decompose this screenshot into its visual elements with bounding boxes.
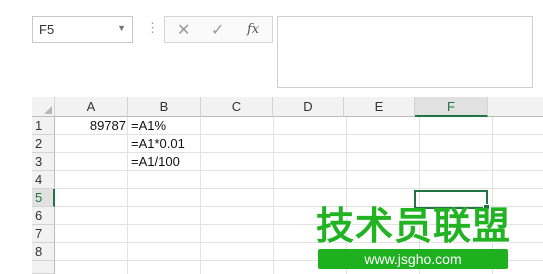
- chevron-down-icon[interactable]: ▼: [117, 23, 126, 33]
- row-header-7[interactable]: 7: [32, 225, 55, 243]
- column-header-a[interactable]: A: [55, 97, 128, 117]
- row-header-5[interactable]: 5: [32, 189, 55, 207]
- insert-function-icon[interactable]: fx: [247, 22, 259, 37]
- column-header-d[interactable]: D: [273, 97, 344, 117]
- watermark-url: www.jsgho.com: [318, 249, 508, 269]
- cancel-icon[interactable]: ✕: [177, 20, 190, 40]
- column-header-filler: [488, 97, 543, 117]
- cell-b2[interactable]: =A1*0.01: [131, 135, 185, 153]
- row-header-1[interactable]: 1: [32, 117, 55, 135]
- watermark-title: 技术员联盟: [316, 206, 512, 248]
- name-box[interactable]: F5 ▼: [32, 16, 133, 43]
- column-header-e[interactable]: E: [344, 97, 415, 117]
- cell-b1[interactable]: =A1%: [131, 117, 166, 135]
- row-header-2[interactable]: 2: [32, 135, 55, 153]
- column-header-b[interactable]: B: [128, 97, 201, 117]
- row-header-9[interactable]: [32, 261, 55, 274]
- column-header-c[interactable]: C: [201, 97, 273, 117]
- row-header-8[interactable]: 8: [32, 243, 55, 261]
- select-all-triangle-icon: [44, 106, 52, 114]
- row-header-6[interactable]: 6: [32, 207, 55, 225]
- enter-icon[interactable]: ✓: [211, 20, 224, 40]
- cell-b3[interactable]: =A1/100: [131, 153, 180, 171]
- formula-input[interactable]: [277, 16, 533, 88]
- row-header-3[interactable]: 3: [32, 153, 55, 171]
- formula-bar-separator: ⋮: [146, 20, 159, 35]
- name-box-value: F5: [39, 22, 55, 37]
- row-header-4[interactable]: 4: [32, 171, 55, 189]
- cell-a1[interactable]: 89787: [56, 117, 126, 135]
- formula-bar-buttons: ✕ ✓ fx: [164, 16, 273, 43]
- select-all-button[interactable]: [32, 97, 55, 117]
- column-header-f[interactable]: F: [415, 97, 488, 117]
